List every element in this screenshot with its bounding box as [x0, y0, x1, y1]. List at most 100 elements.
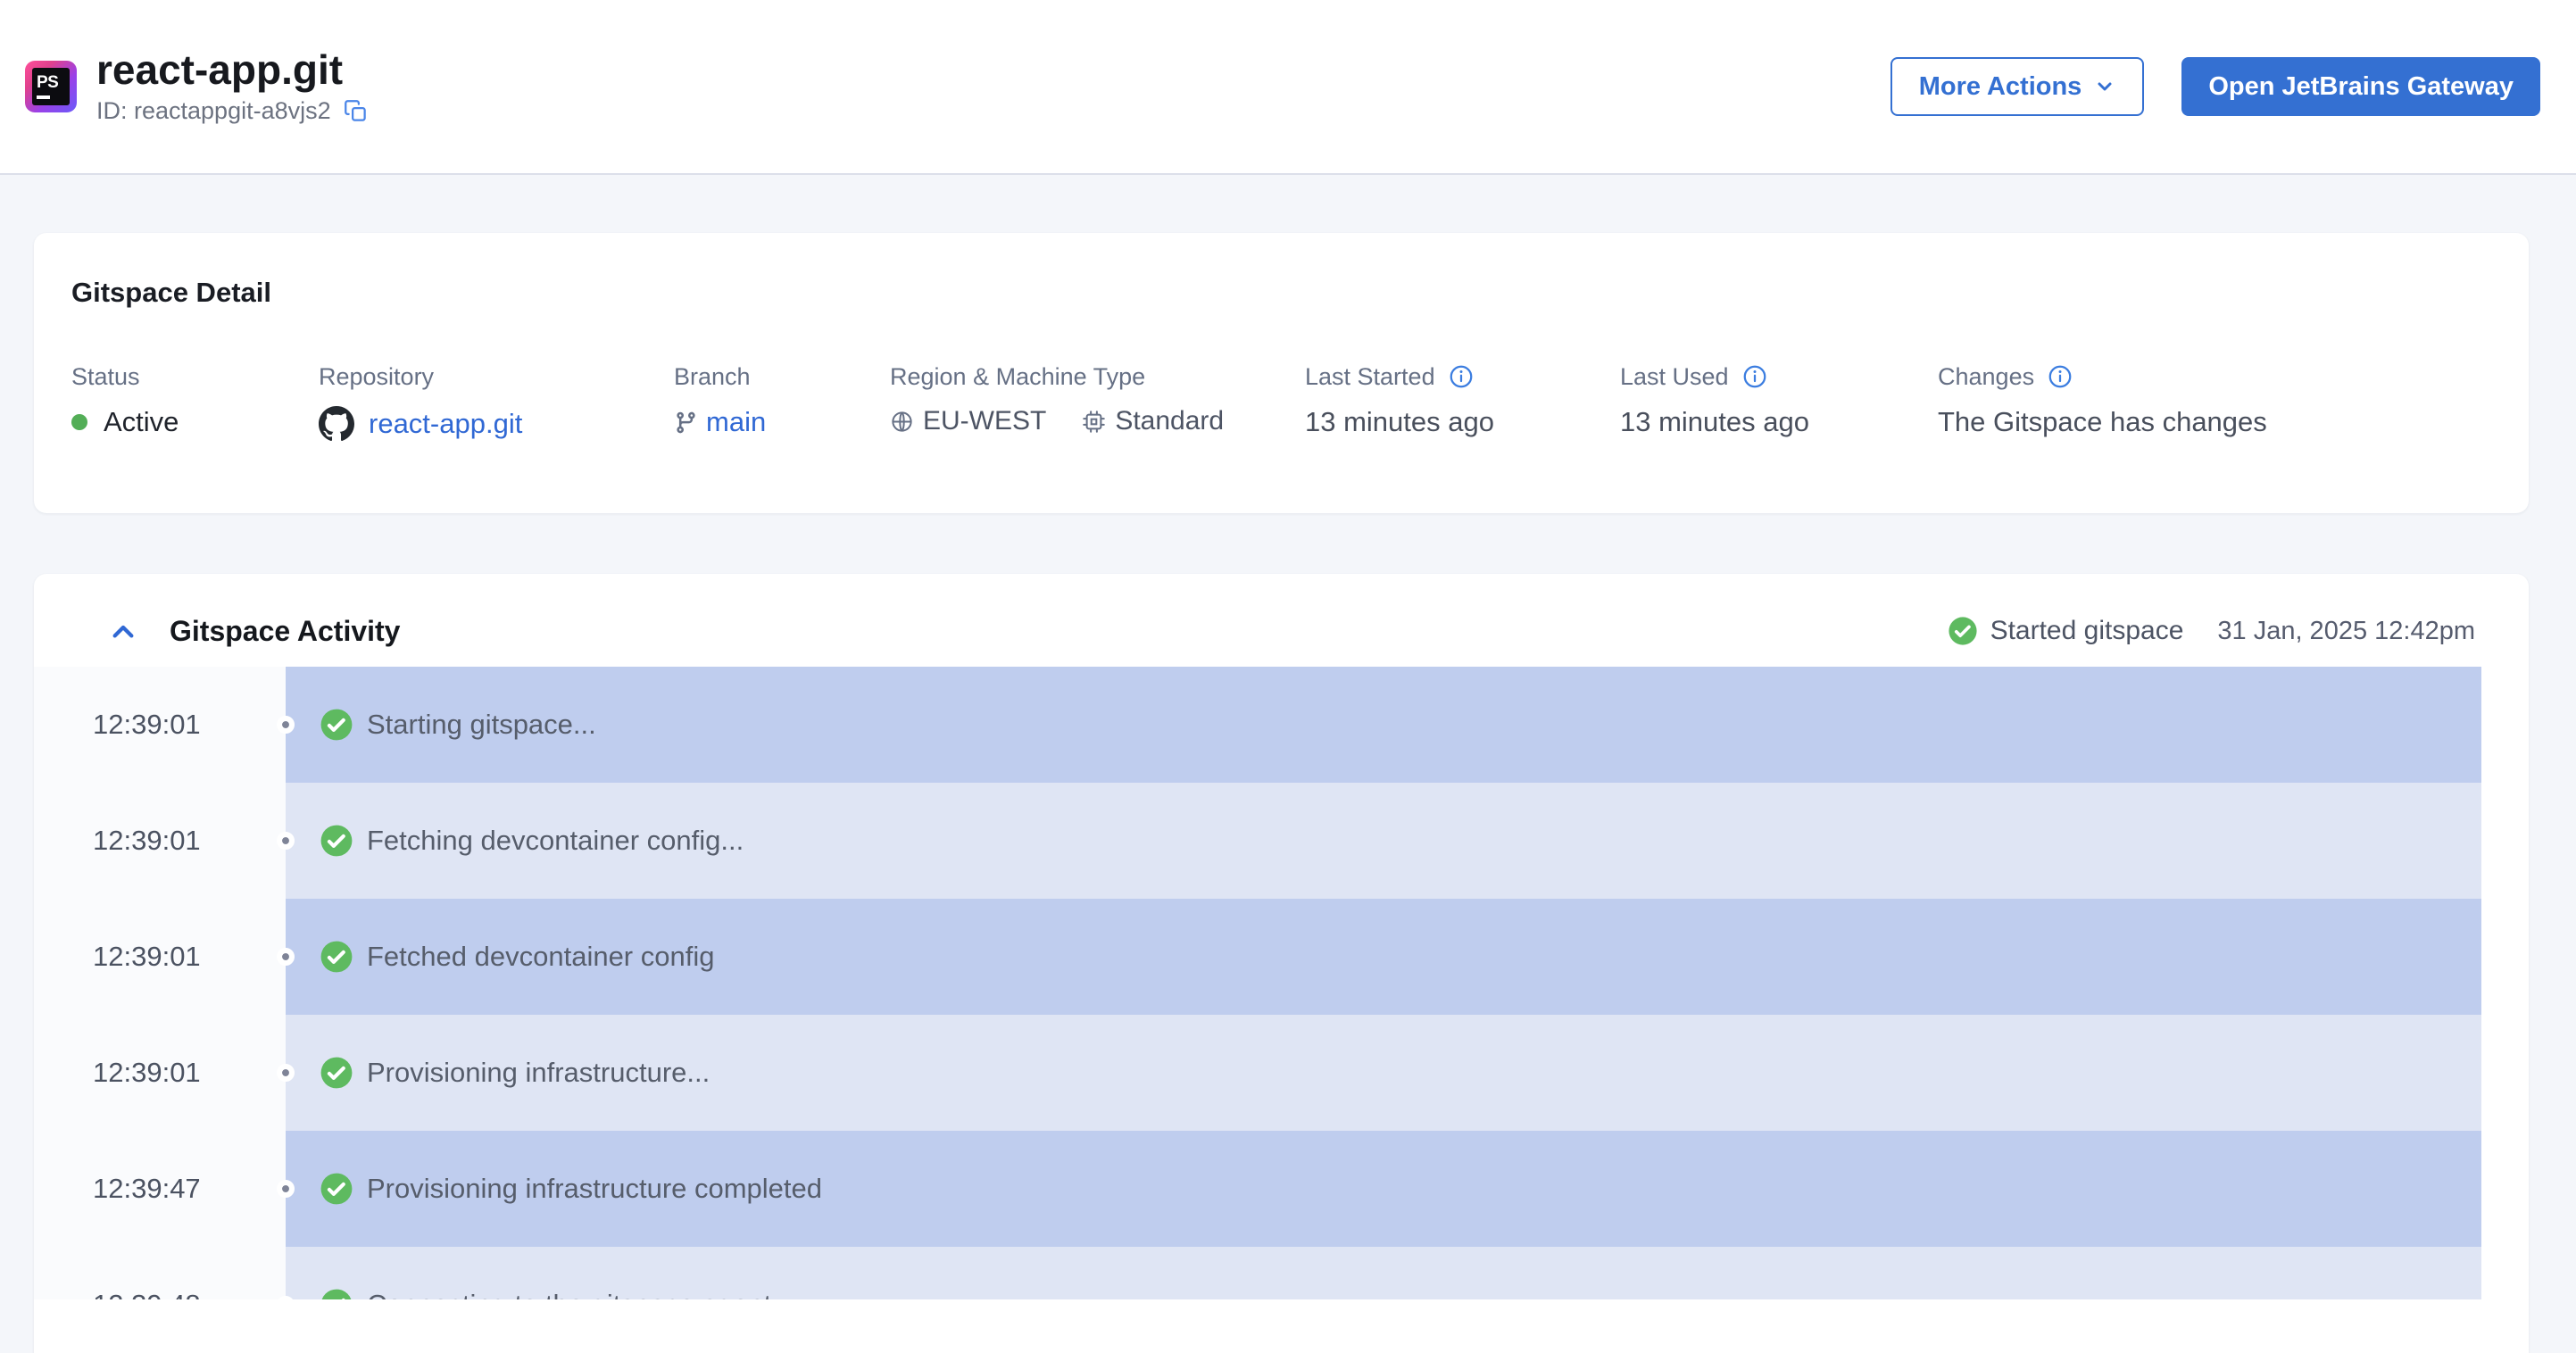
activity-status-group: Started gitspace 31 Jan, 2025 12:42pm [1948, 616, 2475, 646]
log-bar: Provisioning infrastructure... [286, 1015, 2481, 1131]
page-header: PS react-app.git ID: reactappgit-a8vjs2 [0, 0, 2576, 175]
field-status: Status Active [71, 361, 319, 442]
log-timestamp: 12:39:01 [93, 825, 201, 856]
branch-link[interactable]: main [706, 406, 766, 438]
changes-value: The Gitspace has changes [1938, 406, 2267, 437]
log-row: 12:39:01 Fetched devcontainer config [34, 899, 2529, 1015]
gitspace-id: ID: reactappgit-a8vjs2 [96, 97, 331, 125]
activity-heading: Gitspace Activity [170, 614, 401, 647]
info-icon[interactable] [2047, 363, 2073, 390]
check-circle-icon [320, 940, 353, 974]
last-started-value: 13 minutes ago [1305, 406, 1494, 437]
log-bar: Starting gitspace... [286, 667, 2481, 783]
activity-log[interactable]: 12:39:01 Starting gitspace... 12:39:01 F… [34, 667, 2529, 1299]
cpu-icon [1082, 410, 1106, 434]
last-started-label: Last Started [1305, 363, 1435, 390]
region-machine-value: EU-WEST Standard [890, 406, 1305, 436]
activity-status-text: Started gitspace [1990, 616, 2184, 645]
copy-icon[interactable] [344, 99, 368, 123]
field-repository: Repository react-app.git [319, 361, 674, 442]
machine-pair: Standard [1082, 406, 1224, 436]
info-icon[interactable] [1448, 363, 1475, 390]
log-message: Provisioning infrastructure completed [367, 1173, 823, 1204]
log-row: 12:39:47 Provisioning infrastructure com… [34, 1131, 2529, 1247]
info-icon[interactable] [1741, 363, 1768, 390]
more-actions-button[interactable]: More Actions [1890, 57, 2145, 116]
branch-value: main [674, 406, 890, 438]
region-pair: EU-WEST [890, 406, 1046, 436]
log-bar: Fetched devcontainer config [286, 899, 2481, 1015]
check-circle-icon [320, 1056, 353, 1090]
log-message: Fetching devcontainer config... [367, 825, 744, 856]
timeline-dot-icon [277, 832, 295, 850]
timeline-dot-icon [277, 716, 295, 734]
log-timestamp: 12:39:48 [93, 1289, 201, 1299]
log-row: 12:39:01 Provisioning infrastructure... [34, 1015, 2529, 1131]
log-message: Connecting to the gitspace agent [367, 1289, 771, 1299]
log-bar: Connecting to the gitspace agent [286, 1247, 2481, 1299]
check-circle-icon [320, 1172, 353, 1206]
log-timestamp: 12:39:01 [93, 709, 201, 740]
changes-label: Changes [1938, 363, 2035, 390]
chevron-down-icon [2094, 76, 2115, 97]
pycharm-logo-icon: PS [25, 60, 77, 112]
log-row: 12:39:48 Connecting to the gitspace agen… [34, 1247, 2529, 1299]
log-row: 12:39:01 Fetching devcontainer config... [34, 783, 2529, 899]
log-gutter: 12:39:01 [34, 899, 286, 1015]
log-bar: Fetching devcontainer config... [286, 783, 2481, 899]
field-last-started: Last Started 13 minutes ago [1305, 361, 1620, 442]
machine-text: Standard [1115, 406, 1225, 436]
log-message: Starting gitspace... [367, 709, 596, 740]
log-row: 12:39:01 Starting gitspace... [34, 667, 2529, 783]
timeline-dot-icon [277, 1064, 295, 1082]
detail-heading: Gitspace Detail [71, 277, 271, 308]
check-circle-icon [1948, 616, 1978, 646]
region-machine-label: Region & Machine Type [890, 363, 1146, 390]
log-gutter: 12:39:01 [34, 783, 286, 899]
repository-link[interactable]: react-app.git [369, 408, 522, 440]
log-gutter: 12:39:01 [34, 667, 286, 783]
gitspace-detail-card: Gitspace Detail Status Active Repository [34, 233, 2529, 513]
git-branch-icon [674, 411, 698, 435]
open-jetbrains-gateway-button[interactable]: Open JetBrains Gateway [2181, 57, 2540, 116]
log-message: Fetched devcontainer config [367, 941, 715, 972]
branch-label: Branch [674, 363, 751, 390]
log-message: Provisioning infrastructure... [367, 1057, 710, 1088]
activity-status-time: 31 Jan, 2025 12:42pm [2217, 616, 2475, 645]
last-used-label: Last Used [1620, 363, 1729, 390]
pycharm-logo-text: PS [37, 72, 59, 92]
header-title-group: PS react-app.git ID: reactappgit-a8vjs2 [25, 46, 368, 126]
detail-fields: Status Active Repository react-app.git B… [71, 361, 2491, 442]
gitspace-id-row: ID: reactappgit-a8vjs2 [96, 97, 368, 125]
status-text: Active [104, 406, 179, 437]
repository-value: react-app.git [319, 406, 674, 442]
timeline-dot-icon [277, 948, 295, 966]
log-timestamp: 12:39:01 [93, 1057, 201, 1088]
globe-icon [890, 410, 914, 434]
more-actions-label: More Actions [1918, 71, 2082, 101]
timeline-dot-icon [277, 1180, 295, 1198]
repository-label: Repository [319, 363, 435, 390]
gitspace-activity-card: Gitspace Activity Started gitspace 31 Ja… [34, 574, 2529, 1353]
check-circle-icon [320, 824, 353, 858]
status-label: Status [71, 363, 140, 390]
status-value: Active [71, 406, 319, 438]
title-block: react-app.git ID: reactappgit-a8vjs2 [96, 46, 368, 126]
field-last-used: Last Used 13 minutes ago [1620, 361, 1938, 442]
log-gutter: 12:39:01 [34, 1015, 286, 1131]
field-branch: Branch main [674, 361, 890, 442]
check-circle-icon [320, 1288, 353, 1299]
collapse-chevron-up-icon[interactable] [109, 620, 137, 642]
log-timestamp: 12:39:47 [93, 1173, 201, 1204]
page-title: react-app.git [96, 46, 344, 93]
activity-header: Gitspace Activity Started gitspace 31 Ja… [34, 574, 2529, 667]
field-region-machine: Region & Machine Type EU-WEST Standard [890, 361, 1305, 442]
status-dot-icon [71, 414, 87, 430]
log-timestamp: 12:39:01 [93, 941, 201, 972]
gitspace-detail-page: PS react-app.git ID: reactappgit-a8vjs2 [0, 0, 2576, 1353]
log-gutter: 12:39:47 [34, 1131, 286, 1247]
github-icon [319, 406, 354, 442]
log-bar: Provisioning infrastructure completed [286, 1131, 2481, 1247]
header-actions: More Actions Open JetBrains Gateway [1890, 57, 2540, 116]
log-gutter: 12:39:48 [34, 1247, 286, 1299]
